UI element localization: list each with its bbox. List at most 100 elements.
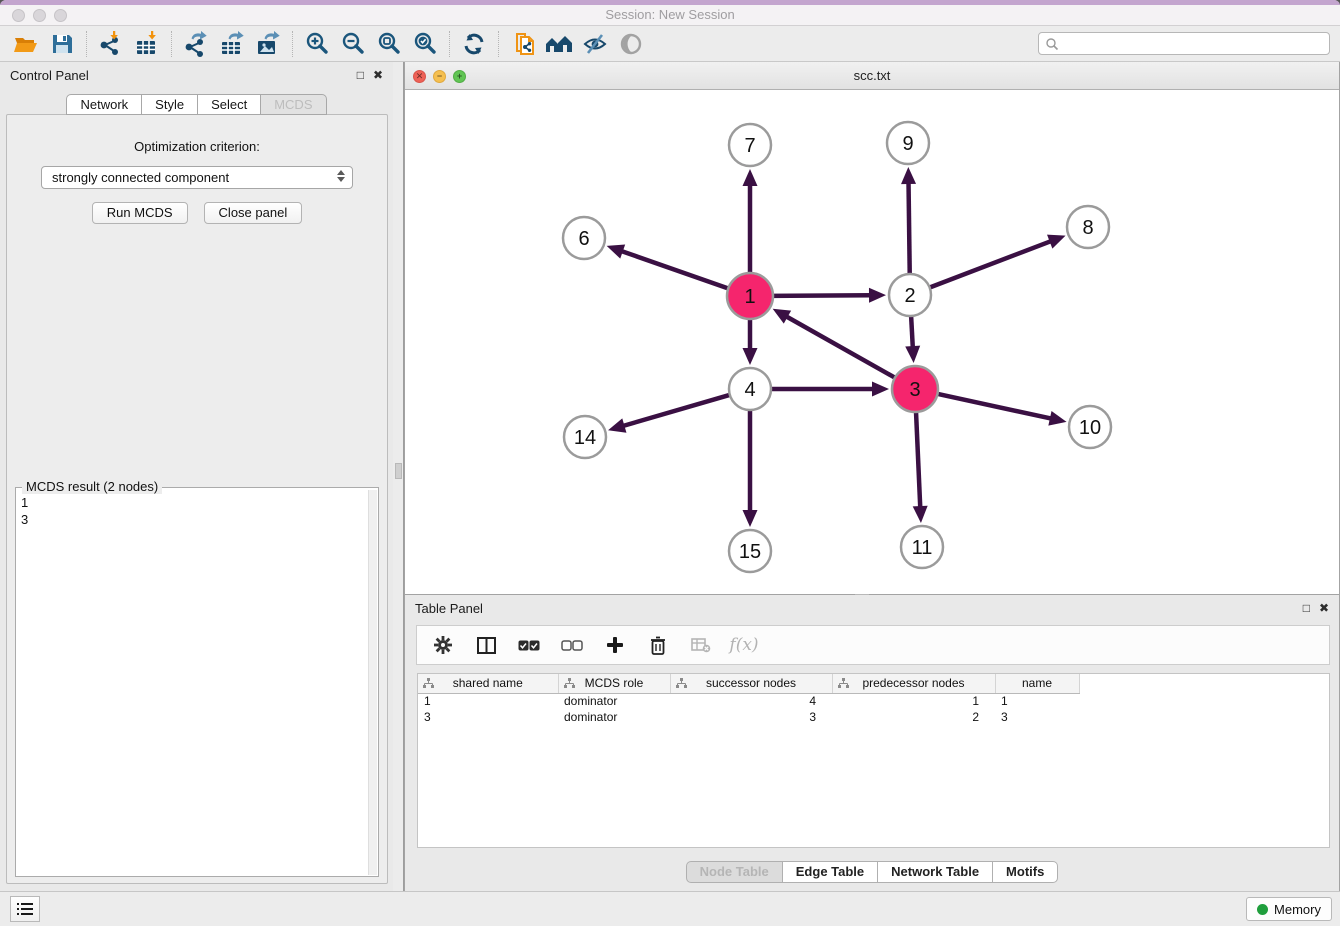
- import-network-button[interactable]: [93, 29, 129, 59]
- zoom-out-icon: [340, 31, 366, 57]
- graph-node-2[interactable]: 2: [889, 274, 931, 316]
- column-header-predecessor-nodes[interactable]: predecessor nodes: [832, 674, 995, 693]
- delete-table-button[interactable]: [689, 633, 713, 657]
- search-input[interactable]: [1059, 37, 1323, 51]
- table-cell[interactable]: 3: [670, 709, 832, 725]
- graph-node-15[interactable]: 15: [729, 530, 771, 572]
- maximize-window-button[interactable]: [54, 9, 67, 22]
- table-row[interactable]: 1dominator411: [418, 693, 1329, 709]
- select-all-columns-button[interactable]: [517, 633, 541, 657]
- network-window-titlebar[interactable]: ✕ − + scc.txt: [405, 62, 1339, 90]
- tab-node-table[interactable]: Node Table: [686, 861, 783, 883]
- network-graph-svg[interactable]: 7 9 6 8 1 2 4 3 14 10 15 11: [405, 90, 1339, 594]
- table-cell[interactable]: dominator: [558, 693, 670, 709]
- run-mcds-button[interactable]: Run MCDS: [92, 202, 188, 224]
- network-maximize-button[interactable]: +: [453, 70, 466, 83]
- graph-edge-1-6[interactable]: [621, 251, 730, 289]
- criterion-select[interactable]: strongly connected component: [41, 166, 353, 189]
- divider-handle-icon[interactable]: [395, 463, 402, 479]
- show-column-panel-button[interactable]: [474, 633, 498, 657]
- graph-node-8[interactable]: 8: [1067, 206, 1109, 248]
- tab-network[interactable]: Network: [66, 94, 142, 115]
- table-row[interactable]: 3dominator323: [418, 709, 1329, 725]
- unselect-all-columns-button[interactable]: [560, 633, 584, 657]
- import-network-from-file-button[interactable]: [505, 29, 541, 59]
- graph-node-10[interactable]: 10: [1069, 406, 1111, 448]
- zoom-out-button[interactable]: [335, 29, 371, 59]
- close-panel-icon[interactable]: ✖: [373, 69, 383, 81]
- search-field[interactable]: [1038, 32, 1330, 55]
- graph-edge-3-10[interactable]: [936, 393, 1052, 418]
- close-panel-button[interactable]: Close panel: [204, 202, 303, 224]
- svg-text:2: 2: [904, 285, 915, 307]
- refresh-view-button[interactable]: [456, 29, 492, 59]
- minimize-window-button[interactable]: [33, 9, 46, 22]
- tab-mcds[interactable]: MCDS: [261, 94, 326, 115]
- toolbar-separator: [449, 31, 450, 57]
- graph-node-14[interactable]: 14: [564, 416, 606, 458]
- tab-network-table[interactable]: Network Table: [878, 861, 993, 883]
- show-graphics-details-button[interactable]: [613, 29, 649, 59]
- graph-edge-1-2[interactable]: [771, 295, 871, 296]
- zoom-fit-button[interactable]: [371, 29, 407, 59]
- table-cell[interactable]: 1: [418, 693, 558, 709]
- close-table-panel-icon[interactable]: ✖: [1319, 602, 1329, 614]
- table-cell[interactable]: 4: [670, 693, 832, 709]
- table-cell[interactable]: dominator: [558, 709, 670, 725]
- graph-node-4[interactable]: 4: [729, 368, 771, 410]
- panel-divider[interactable]: [393, 62, 404, 891]
- column-header-name[interactable]: name: [995, 674, 1079, 693]
- graph-edge-2-8[interactable]: [928, 241, 1052, 288]
- table-cell[interactable]: 2: [832, 709, 995, 725]
- open-session-button[interactable]: [8, 29, 44, 59]
- graph-node-9[interactable]: 9: [887, 122, 929, 164]
- zoom-selected-button[interactable]: [407, 29, 443, 59]
- task-history-button[interactable]: [10, 896, 40, 922]
- column-header-shared-name[interactable]: shared name: [418, 674, 558, 693]
- graph-edge-3-11[interactable]: [916, 410, 920, 508]
- table-cell[interactable]: 1: [832, 693, 995, 709]
- export-network-button[interactable]: [178, 29, 214, 59]
- delete-column-button[interactable]: [646, 633, 670, 657]
- mcds-result-list[interactable]: 1 3: [16, 492, 367, 876]
- graph-edge-4-14[interactable]: [622, 394, 731, 426]
- show-all-networks-button[interactable]: [541, 29, 577, 59]
- graph-node-11[interactable]: 11: [901, 526, 943, 568]
- export-image-button[interactable]: [250, 29, 286, 59]
- table-settings-button[interactable]: [431, 633, 455, 657]
- column-header-successor-nodes[interactable]: successor nodes: [670, 674, 832, 693]
- export-table-button[interactable]: [214, 29, 250, 59]
- create-column-button[interactable]: [603, 633, 627, 657]
- float-table-panel-icon[interactable]: □: [1303, 602, 1310, 614]
- memory-button[interactable]: Memory: [1246, 897, 1332, 921]
- float-panel-icon[interactable]: □: [357, 69, 364, 81]
- graph-node-6[interactable]: 6: [563, 217, 605, 259]
- result-scrollbar[interactable]: [368, 490, 377, 875]
- column-header-mcds-role[interactable]: MCDS role: [558, 674, 670, 693]
- table-cell[interactable]: 3: [418, 709, 558, 725]
- svg-text:10: 10: [1079, 417, 1101, 439]
- hide-graphics-details-button[interactable]: [577, 29, 613, 59]
- graph-edge-arrowhead: [743, 348, 758, 365]
- network-close-button[interactable]: ✕: [413, 70, 426, 83]
- graph-edge-3-1[interactable]: [786, 316, 897, 379]
- close-window-button[interactable]: [12, 9, 25, 22]
- save-session-button[interactable]: [44, 29, 80, 59]
- tab-select[interactable]: Select: [198, 94, 261, 115]
- node-table[interactable]: shared name MCDS role successor nodes: [417, 673, 1330, 848]
- zoom-in-button[interactable]: [299, 29, 335, 59]
- table-cell[interactable]: 3: [995, 709, 1079, 725]
- tab-edge-table[interactable]: Edge Table: [783, 861, 878, 883]
- graph-node-3[interactable]: 3: [892, 366, 938, 412]
- graph-node-1[interactable]: 1: [727, 273, 773, 319]
- tab-style[interactable]: Style: [142, 94, 198, 115]
- network-canvas[interactable]: 7 9 6 8 1 2 4 3 14 10 15 11: [405, 90, 1339, 594]
- table-cell[interactable]: 1: [995, 693, 1079, 709]
- graph-edge-2-9[interactable]: [909, 182, 910, 276]
- graph-edge-2-3[interactable]: [911, 314, 913, 348]
- function-builder-button[interactable]: f(x): [732, 633, 756, 657]
- import-table-button[interactable]: [129, 29, 165, 59]
- graph-node-7[interactable]: 7: [729, 124, 771, 166]
- network-minimize-button[interactable]: −: [433, 70, 446, 83]
- tab-motifs[interactable]: Motifs: [993, 861, 1058, 883]
